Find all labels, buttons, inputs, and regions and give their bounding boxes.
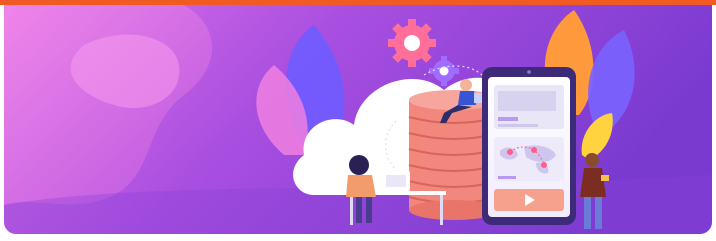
cloud-storage-illustration [4,5,712,234]
gear-icon [388,19,436,67]
hero-banner [4,5,712,234]
map-pin-icon [541,162,547,168]
smartphone-icon [482,67,576,225]
world-map-icon [494,137,564,181]
